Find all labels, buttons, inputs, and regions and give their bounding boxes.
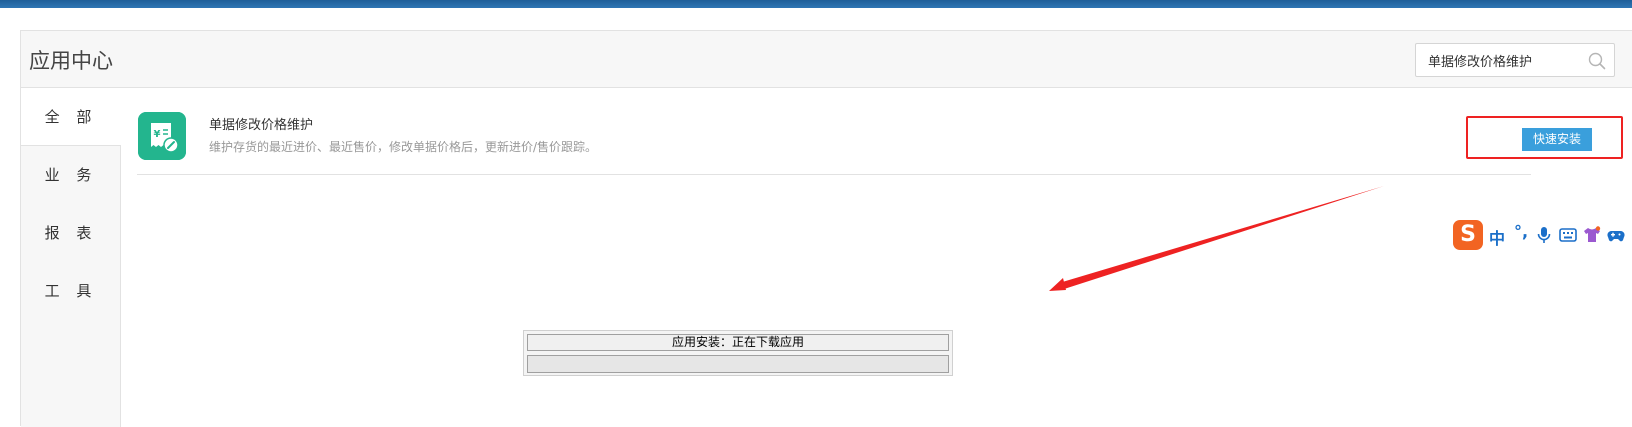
gamepad-icon[interactable] <box>1607 226 1625 244</box>
sidebar-item-business[interactable]: 业 务 <box>21 146 121 204</box>
top-banner <box>0 0 1632 8</box>
progress-dialog-title: 应用安装：正在下载应用 <box>527 334 949 351</box>
sidebar-item-reports[interactable]: 报 表 <box>21 204 121 262</box>
install-progress-dialog: 应用安装：正在下载应用 <box>523 330 953 376</box>
search-box[interactable] <box>1415 43 1615 77</box>
ime-punctuation-toggle[interactable]: °, <box>1514 222 1528 241</box>
page-title: 应用中心 <box>29 49 113 73</box>
svg-text:¥: ¥ <box>154 129 161 140</box>
sidebar-item-all[interactable]: 全 部 <box>21 88 121 146</box>
keyboard-icon[interactable] <box>1559 226 1577 244</box>
ime-logo-icon[interactable]: S <box>1453 220 1483 250</box>
search-input[interactable] <box>1428 50 1578 70</box>
ime-toolbar: S 中 °, <box>1453 220 1632 252</box>
sidebar-item-tools[interactable]: 工 具 <box>21 262 121 320</box>
category-sidebar: 全 部 业 务 报 表 工 具 <box>21 88 121 427</box>
microphone-icon[interactable] <box>1535 226 1553 244</box>
progress-bar <box>527 355 949 373</box>
ime-mode-toggle[interactable]: 中 <box>1489 225 1505 249</box>
skin-shirt-icon[interactable] <box>1583 226 1601 244</box>
quick-install-button[interactable]: 快速安装 <box>1522 128 1592 151</box>
app-description: 维护存货的最近进价、最近售价，修改单据价格后，更新进价/售价跟踪。 <box>209 140 598 154</box>
app-list-item: ¥ 单据修改价格维护 维护存货的最近进价、最近售价，修改单据价格后，更新进价/售… <box>137 88 1531 175</box>
receipt-yen-edit-icon: ¥ <box>138 112 186 160</box>
panel-header: 应用中心 <box>21 31 1632 88</box>
app-name: 单据修改价格维护 <box>209 118 314 133</box>
search-icon[interactable] <box>1588 52 1606 70</box>
